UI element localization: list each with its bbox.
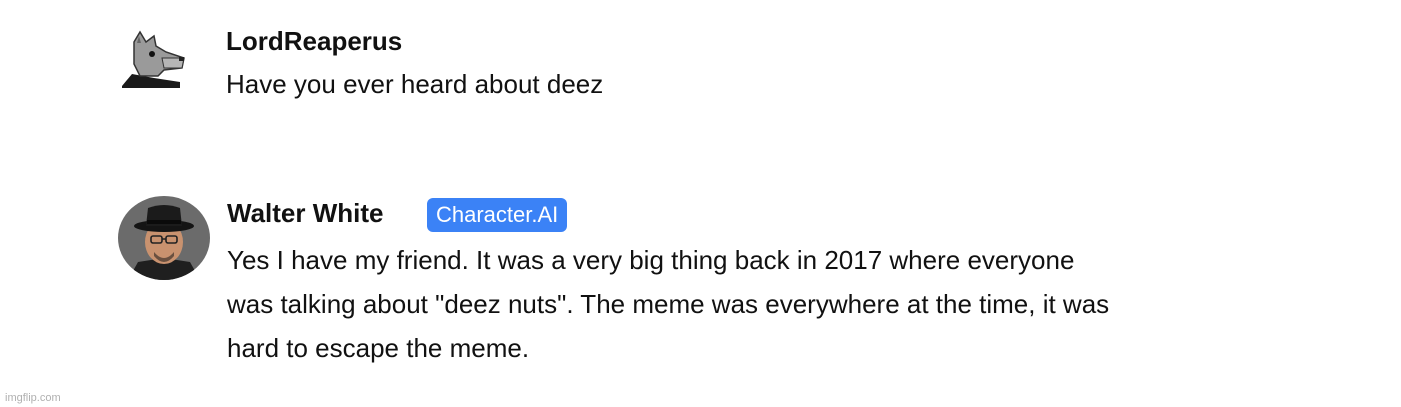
- message-text: Have you ever heard about deez: [226, 62, 603, 106]
- message-line: was talking about "deez nuts". The meme …: [227, 289, 1110, 319]
- message-line: Yes I have my friend. It was a very big …: [227, 245, 1075, 275]
- character-ai-badge: Character.AI: [427, 198, 568, 232]
- message-line: Have you ever heard about deez: [226, 69, 604, 99]
- message-text: Yes I have my friend. It was a very big …: [227, 238, 1109, 370]
- wolf-avatar-icon[interactable]: [118, 28, 188, 90]
- message-line: hard to escape the meme.: [227, 333, 530, 363]
- author-name: LordReaperus: [226, 26, 403, 56]
- imgflip-watermark: imgflip.com: [5, 392, 61, 404]
- walter-white-avatar-icon[interactable]: [118, 196, 210, 280]
- author-name: Walter White: [227, 198, 384, 228]
